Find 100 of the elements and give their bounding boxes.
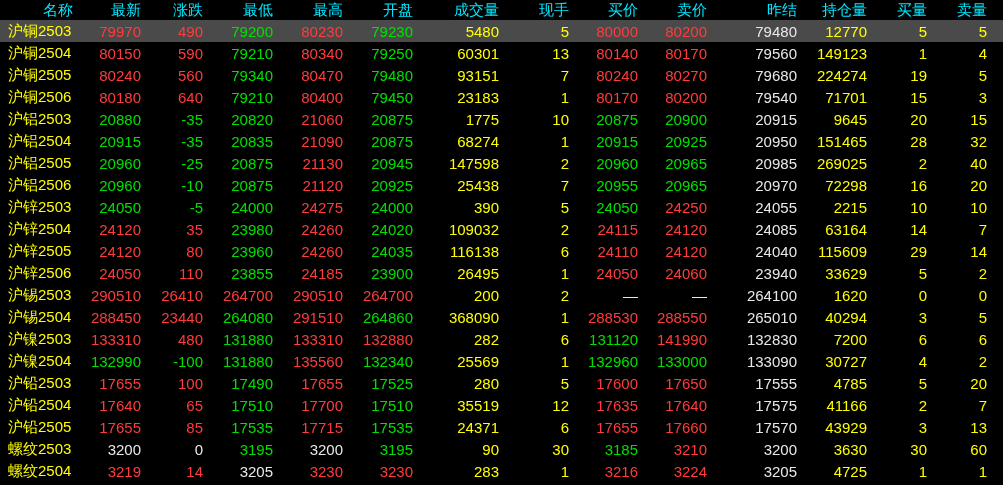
quote-cell: 23940 [755, 264, 797, 282]
column-header[interactable]: 成交量 [454, 0, 499, 20]
quote-cell: 12770 [825, 22, 867, 40]
column-header[interactable]: 涨跌 [173, 0, 203, 20]
quote-cell: 288530 [587, 308, 638, 326]
quote-cell: 30 [910, 440, 927, 458]
quote-cell: 79230 [371, 22, 413, 40]
quote-cell: 24000 [371, 198, 413, 216]
quote-cell: 14 [970, 242, 987, 260]
contract-name: 沪铝2504 [7, 131, 72, 151]
quote-row[interactable]: 沪铝2503 20880 -35 20820 21060 20875 1775 10 20875 20900 20915 9645 20 15 [0, 108, 1003, 130]
quote-cell: — [623, 286, 638, 304]
quote-cell: 17510 [231, 396, 273, 414]
quote-cell: 23440 [161, 308, 203, 326]
quote-cell: 24020 [371, 220, 413, 238]
column-header[interactable]: 最低 [243, 0, 273, 20]
quote-cell: 80200 [665, 22, 707, 40]
quote-row[interactable]: 沪铝2506 20960 -10 20875 21120 20925 25438 7 20955 20965 20970 72298 16 20 [0, 174, 1003, 196]
column-header[interactable]: 名称 [2, 0, 73, 20]
quote-cell: 14 [186, 462, 203, 480]
quote-row[interactable]: 沪锌2503 24050 -5 24000 24275 24000 390 5 24050 24250 24055 2215 10 10 [0, 196, 1003, 218]
quote-row[interactable]: 沪铅2505 17655 85 17535 17715 17535 24371 6 17655 17660 17570 43929 3 13 [0, 416, 1003, 438]
column-header[interactable]: 买价 [608, 0, 638, 20]
quote-cell: 30 [552, 440, 569, 458]
quote-cell: 100 [177, 374, 203, 392]
quote-cell: 264080 [222, 308, 273, 326]
quote-cell: 132990 [90, 352, 141, 370]
quote-cell: 24110 [597, 242, 638, 260]
quote-cell: 80240 [99, 66, 141, 84]
quote-row[interactable]: 沪铝2504 20915 -35 20835 21090 20875 68274 1 20915 20925 20950 151465 28 32 [0, 130, 1003, 152]
quote-cell: 24120 [99, 220, 141, 238]
quote-row[interactable]: 螺纹2503 3200 0 3195 3200 3195 90 30 3185 3210 3200 3630 30 60 [0, 438, 1003, 460]
quote-row[interactable]: 沪锡2504 288450 23440 264080 291510 264860 368090 1 288530 288550 265010 40294 3 5 [0, 306, 1003, 328]
column-header[interactable]: 现手 [539, 0, 569, 20]
contract-name: 沪铅2503 [7, 373, 72, 393]
quote-cell: 24085 [755, 220, 797, 238]
quote-cell: 283 [473, 462, 499, 480]
quote-cell: 80270 [665, 66, 707, 84]
column-header[interactable]: 买量 [897, 0, 927, 20]
quote-cell: 21120 [302, 176, 343, 194]
column-header[interactable]: 最新 [111, 0, 141, 20]
quote-cell: 35 [186, 220, 203, 238]
quote-cell: -10 [181, 176, 203, 194]
quote-cell: 3195 [239, 440, 273, 458]
quote-cell: 63164 [825, 220, 867, 238]
quote-cell: 224274 [816, 66, 867, 84]
quote-cell: 264700 [222, 286, 273, 304]
quote-cell: 90 [482, 440, 499, 458]
quote-cell: 2 [918, 154, 927, 172]
quote-row[interactable]: 沪锌2504 24120 35 23980 24260 24020 109032 2 24115 24120 24085 63164 14 7 [0, 218, 1003, 240]
quote-cell: 131120 [589, 330, 638, 348]
quote-cell: 10 [910, 198, 927, 216]
quote-row[interactable]: 沪铅2504 17640 65 17510 17700 17510 35519 12 17635 17640 17575 41166 2 7 [0, 394, 1003, 416]
quote-cell: 3195 [379, 440, 413, 458]
quote-cell: 79480 [371, 66, 413, 84]
quote-cell: 80230 [301, 22, 343, 40]
quote-row[interactable]: 沪镍2504 132990 -100 131880 135560 132340 25569 1 132960 133000 133090 30727 4 2 [0, 350, 1003, 372]
quote-row[interactable]: 沪铜2504 80150 590 79210 80340 79250 60301 13 80140 80170 79560 149123 1 4 [0, 42, 1003, 64]
quote-row[interactable]: 沪铜2503 79970 490 79200 80230 79230 5480 5 80000 80200 79480 12770 5 5 [0, 20, 1003, 42]
quote-cell: 132960 [587, 352, 638, 370]
quote-cell: 80150 [99, 44, 141, 62]
quote-row[interactable]: 沪镍2503 133310 480 131880 133310 132880 282 6 131120 141990 132830 7200 6 6 [0, 328, 1003, 350]
quote-row[interactable]: 沪锌2505 24120 80 23960 24260 24035 116138 6 24110 24120 24040 115609 29 14 [0, 240, 1003, 262]
column-header[interactable]: 开盘 [383, 0, 413, 20]
quote-cell: 5 [560, 198, 569, 216]
quote-cell: 79210 [231, 88, 273, 106]
quote-cell: 79560 [755, 44, 797, 62]
quote-cell: 6 [560, 330, 569, 348]
contract-name: 沪铜2506 [7, 87, 72, 107]
column-header[interactable]: 最高 [313, 0, 343, 20]
quote-row[interactable]: 沪锌2506 24050 110 23855 24185 23900 26495 1 24050 24060 23940 33629 5 2 [0, 262, 1003, 284]
quote-row[interactable]: 螺纹2504 3219 14 3205 3230 3230 283 1 3216 3224 3205 4725 1 1 [0, 460, 1003, 482]
quote-row[interactable]: 沪铅2503 17655 100 17490 17655 17525 280 5 17600 17650 17555 4785 5 20 [0, 372, 1003, 394]
quote-cell: 24120 [665, 242, 707, 260]
contract-name: 沪铜2504 [7, 43, 72, 63]
quote-cell: 131880 [222, 352, 273, 370]
quote-cell: 3200 [107, 440, 141, 458]
quote-cell: 20875 [231, 154, 273, 172]
column-header[interactable]: 卖量 [957, 0, 987, 20]
column-header[interactable]: 持仓量 [822, 0, 867, 20]
quote-row[interactable]: 沪锡2503 290510 26410 264700 290510 264700 200 2 — — 264100 1620 0 0 [0, 284, 1003, 306]
quote-row[interactable]: 沪铜2505 80240 560 79340 80470 79480 93151 7 80240 80270 79680 224274 19 5 [0, 64, 1003, 86]
quote-cell: 6 [560, 418, 569, 436]
quote-cell: 17655 [301, 374, 343, 392]
quote-cell: 20960 [99, 154, 141, 172]
quote-cell: 71701 [825, 88, 867, 106]
quote-cell: 15 [910, 88, 927, 106]
quote-cell: 17635 [596, 396, 638, 414]
quote-cell: 17655 [596, 418, 638, 436]
quote-row[interactable]: 沪铝2505 20960 -25 20875 21130 20945 147598 2 20960 20965 20985 269025 2 40 [0, 152, 1003, 174]
quote-cell: 5 [978, 22, 987, 40]
column-header[interactable]: 昨结 [767, 0, 797, 20]
quote-row[interactable]: 沪铜2506 80180 640 79210 80400 79450 23183 1 80170 80200 79540 71701 15 3 [0, 86, 1003, 108]
column-header[interactable]: 卖价 [677, 0, 707, 20]
quote-cell: 17490 [231, 374, 273, 392]
contract-name: 沪锌2503 [7, 197, 72, 217]
quote-cell: 2 [560, 220, 569, 238]
quote-cell: 24040 [755, 242, 797, 260]
quote-cell: 79250 [371, 44, 413, 62]
quote-cell: -35 [181, 110, 203, 128]
